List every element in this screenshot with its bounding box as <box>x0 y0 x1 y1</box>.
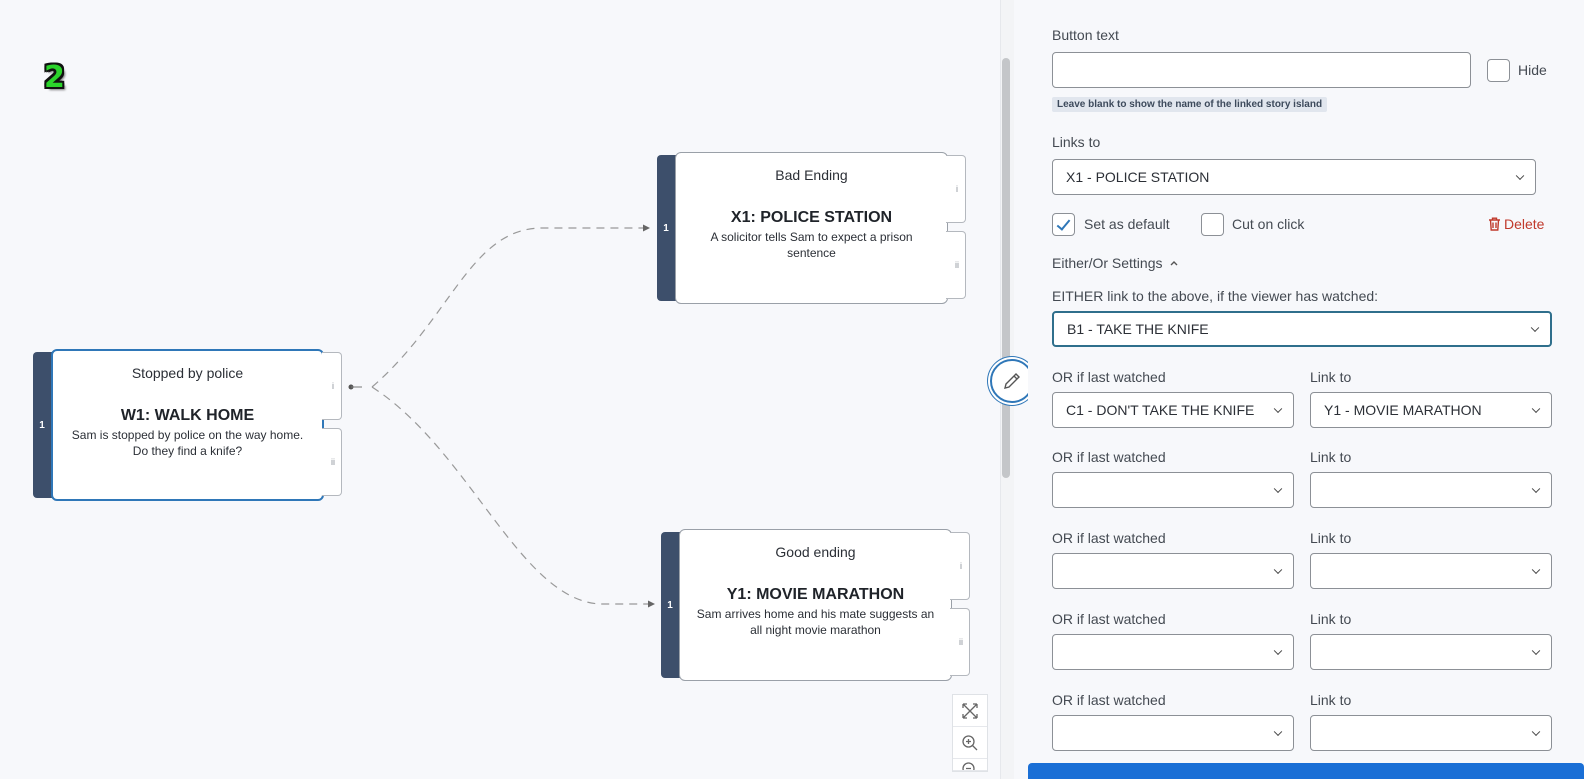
button-text-label: Button text <box>1052 27 1119 43</box>
island-card[interactable]: Good ending Y1: MOVIE MARATHON Sam arriv… <box>679 529 952 681</box>
island-y1[interactable]: 1 Good ending Y1: MOVIE MARATHON Sam arr… <box>661 529 970 681</box>
chevron-down-icon <box>1273 404 1283 414</box>
island-card[interactable]: Bad Ending X1: POLICE STATION A solicito… <box>675 152 948 304</box>
button-text-input[interactable] <box>1052 52 1471 88</box>
or-watched-label: OR if last watched <box>1052 369 1166 385</box>
link-w1-to-y1[interactable] <box>371 386 655 608</box>
zoom-in-icon <box>962 734 978 750</box>
island-w1[interactable]: 1 Stopped by police W1: WALK HOME Sam is… <box>33 349 342 501</box>
cut-on-click-checkbox[interactable] <box>1201 213 1224 236</box>
or-link-label: Link to <box>1310 611 1352 627</box>
save-button[interactable] <box>1028 763 1584 779</box>
or-link-value: Y1 - MOVIE MARATHON <box>1324 402 1482 418</box>
island-title: W1: WALK HOME <box>120 407 255 424</box>
chevron-down-icon <box>1273 727 1283 737</box>
or-watched-label: OR if last watched <box>1052 449 1166 465</box>
or-watched-select[interactable] <box>1052 634 1294 670</box>
either-watched-value: B1 - TAKE THE KNIFE <box>1067 321 1209 337</box>
island-x1[interactable]: 1 Bad Ending X1: POLICE STATION A solici… <box>657 152 966 304</box>
links-to-value: X1 - POLICE STATION <box>1066 169 1210 185</box>
chevron-down-icon <box>1530 323 1540 333</box>
delete-label: Delete <box>1504 216 1545 232</box>
links-to-label: Links to <box>1052 134 1101 150</box>
outlet-ii[interactable]: ii <box>946 231 966 299</box>
chevron-down-icon <box>1273 646 1283 656</box>
island-number: 1 <box>39 419 45 431</box>
island-number: 1 <box>663 222 669 234</box>
or-link-label: Link to <box>1310 692 1352 708</box>
delete-link-button[interactable]: Delete <box>1488 216 1544 232</box>
island-card[interactable]: Stopped by police W1: WALK HOME Sam is s… <box>51 349 324 501</box>
or-watched-label: OR if last watched <box>1052 611 1166 627</box>
button-text-hint: Leave blank to show the name of the link… <box>1052 97 1328 112</box>
either-or-toggle[interactable]: Either/Or Settings <box>1052 255 1179 271</box>
or-link-select[interactable] <box>1310 634 1552 670</box>
or-link-label: Link to <box>1310 369 1352 385</box>
trash-icon <box>1489 217 1500 231</box>
chevron-down-icon <box>1531 404 1541 414</box>
link-settings-panel: Button text Hide Leave blank to show the… <box>1028 0 1584 751</box>
or-link-label: Link to <box>1310 449 1352 465</box>
cut-on-click-label: Cut on click <box>1232 216 1305 232</box>
outlet-i[interactable]: i <box>950 532 970 600</box>
island-description: Sam arrives home and his mate suggests a… <box>696 607 935 637</box>
chevron-down-icon <box>1515 171 1525 181</box>
links-to-select[interactable]: X1 - POLICE STATION <box>1052 159 1536 195</box>
canvas-scrollbar[interactable] <box>1002 58 1010 478</box>
either-or-label: Either/Or Settings <box>1052 255 1163 271</box>
chevron-down-icon <box>1531 646 1541 656</box>
or-link-label: Link to <box>1310 530 1352 546</box>
or-link-select[interactable] <box>1310 472 1552 508</box>
island-description: A solicitor tells Sam to expect a prison… <box>710 230 913 260</box>
link-w1-to-x1[interactable] <box>371 224 650 388</box>
chevron-up-icon <box>1170 261 1177 266</box>
fit-screen-icon <box>962 702 978 719</box>
hide-label: Hide <box>1518 62 1547 78</box>
or-watched-select[interactable] <box>1052 553 1294 589</box>
either-label: EITHER link to the above, if the viewer … <box>1052 288 1379 304</box>
island-chapter: Stopped by police <box>131 365 244 381</box>
chevron-down-icon <box>1531 565 1541 575</box>
set-default-checkbox[interactable] <box>1052 213 1075 236</box>
zoom-in-button[interactable] <box>953 727 987 759</box>
or-watched-select[interactable]: C1 - DON'T TAKE THE KNIFE <box>1052 392 1294 428</box>
island-chapter: Good ending <box>775 544 856 560</box>
chevron-down-icon <box>1531 727 1541 737</box>
outlet-i[interactable]: i <box>946 155 966 223</box>
or-link-select[interactable]: Y1 - MOVIE MARATHON <box>1310 392 1552 428</box>
set-default-label: Set as default <box>1084 216 1170 232</box>
or-link-select[interactable] <box>1310 553 1552 589</box>
island-description: Sam is stopped by police on the way home… <box>71 428 304 458</box>
chevron-down-icon <box>1531 484 1541 494</box>
island-title: X1: POLICE STATION <box>730 209 893 226</box>
or-watched-select[interactable] <box>1052 715 1294 751</box>
either-watched-select[interactable]: B1 - TAKE THE KNIFE <box>1052 311 1552 347</box>
chevron-down-icon <box>1273 484 1283 494</box>
outlet-ii[interactable]: ii <box>322 428 342 496</box>
hide-checkbox[interactable] <box>1487 59 1510 82</box>
pencil-icon <box>1004 373 1020 389</box>
zoom-out-button[interactable] <box>953 759 987 771</box>
chevron-down-icon <box>1273 565 1283 575</box>
island-title: Y1: MOVIE MARATHON <box>726 586 905 603</box>
zoom-out-icon <box>962 762 975 770</box>
or-link-select[interactable] <box>1310 715 1552 751</box>
outlet-ii[interactable]: ii <box>950 608 970 676</box>
island-chapter: Bad Ending <box>775 167 848 183</box>
or-watched-value: C1 - DON'T TAKE THE KNIFE <box>1066 402 1255 418</box>
story-canvas[interactable]: 2 1 Stopped by police W1: WALK HOME Sam … <box>0 0 1000 779</box>
or-watched-select[interactable] <box>1052 472 1294 508</box>
zoom-controls <box>952 694 988 772</box>
island-number: 1 <box>667 599 673 611</box>
fit-screen-button[interactable] <box>953 695 987 727</box>
or-watched-label: OR if last watched <box>1052 692 1166 708</box>
outlet-i[interactable]: i <box>322 352 342 420</box>
or-watched-label: OR if last watched <box>1052 530 1166 546</box>
